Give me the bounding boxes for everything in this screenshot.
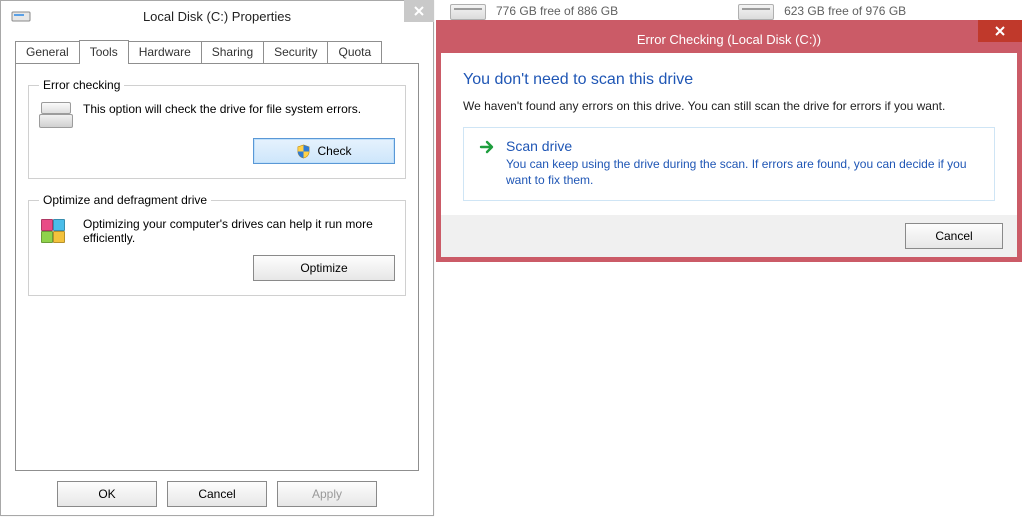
- properties-title: Local Disk (C:) Properties: [1, 1, 433, 33]
- cancel-button[interactable]: Cancel: [167, 481, 267, 507]
- dialog-button-row: OK Cancel Apply: [1, 481, 433, 507]
- properties-titlebar[interactable]: Local Disk (C:) Properties: [1, 1, 433, 33]
- drive-free-text: 776 GB free of 886 GB: [496, 4, 618, 18]
- check-button[interactable]: Check: [253, 138, 395, 164]
- error-checking-headline: You don't need to scan this drive: [463, 71, 995, 89]
- tab-general[interactable]: General: [15, 41, 80, 63]
- optimize-button[interactable]: Optimize: [253, 255, 395, 281]
- apply-button[interactable]: Apply: [277, 481, 377, 507]
- tab-tools[interactable]: Tools: [79, 40, 129, 64]
- defrag-icon: [39, 217, 73, 243]
- error-checking-dialog: Error Checking (Local Disk (C:)) You don…: [436, 20, 1022, 262]
- tab-quota[interactable]: Quota: [327, 41, 382, 63]
- group-legend: Optimize and defragment drive: [39, 193, 211, 207]
- optimize-button-label: Optimize: [300, 261, 347, 275]
- error-checking-body: You don't need to scan this drive We hav…: [441, 53, 1017, 215]
- error-checking-footer: Cancel: [441, 215, 1017, 257]
- close-button[interactable]: [978, 20, 1022, 42]
- group-optimize: Optimize and defragment drive Optimizing…: [28, 193, 406, 296]
- hard-drive-icon: [39, 102, 73, 128]
- check-button-label: Check: [317, 144, 351, 158]
- drive-entry: 623 GB free of 976 GB: [728, 0, 906, 22]
- hard-drive-icon: [738, 2, 774, 20]
- scan-drive-option[interactable]: Scan drive You can keep using the drive …: [463, 127, 995, 201]
- close-button[interactable]: [404, 0, 434, 22]
- drive-free-text: 623 GB free of 976 GB: [784, 4, 906, 18]
- error-checking-desc: This option will check the drive for fil…: [83, 102, 395, 116]
- scan-drive-title: Scan drive: [506, 138, 980, 154]
- error-checking-subtext: We haven't found any errors on this driv…: [463, 99, 995, 113]
- tab-security[interactable]: Security: [263, 41, 328, 63]
- cancel-button[interactable]: Cancel: [905, 223, 1003, 249]
- properties-window: Local Disk (C:) Properties General Tools…: [0, 0, 434, 516]
- arrow-right-icon: [478, 138, 496, 156]
- tab-hardware[interactable]: Hardware: [128, 41, 202, 63]
- error-checking-title: Error Checking (Local Disk (C:)): [637, 32, 821, 47]
- optimize-desc: Optimizing your computer's drives can he…: [83, 217, 395, 245]
- hard-drive-icon: [450, 2, 486, 20]
- explorer-drive-strip: 776 GB free of 886 GB 623 GB free of 976…: [440, 0, 1024, 22]
- tab-bar: General Tools Hardware Sharing Security …: [15, 39, 433, 63]
- ok-button[interactable]: OK: [57, 481, 157, 507]
- tab-sharing[interactable]: Sharing: [201, 41, 264, 63]
- drive-entry: 776 GB free of 886 GB: [440, 0, 618, 22]
- error-checking-titlebar[interactable]: Error Checking (Local Disk (C:)): [441, 25, 1017, 53]
- uac-shield-icon: [296, 144, 311, 159]
- group-error-checking: Error checking This option will check th…: [28, 78, 406, 179]
- drive-icon: [11, 7, 31, 23]
- tab-pane-tools: Error checking This option will check th…: [15, 63, 419, 471]
- scan-drive-desc: You can keep using the drive during the …: [506, 156, 980, 188]
- group-legend: Error checking: [39, 78, 124, 92]
